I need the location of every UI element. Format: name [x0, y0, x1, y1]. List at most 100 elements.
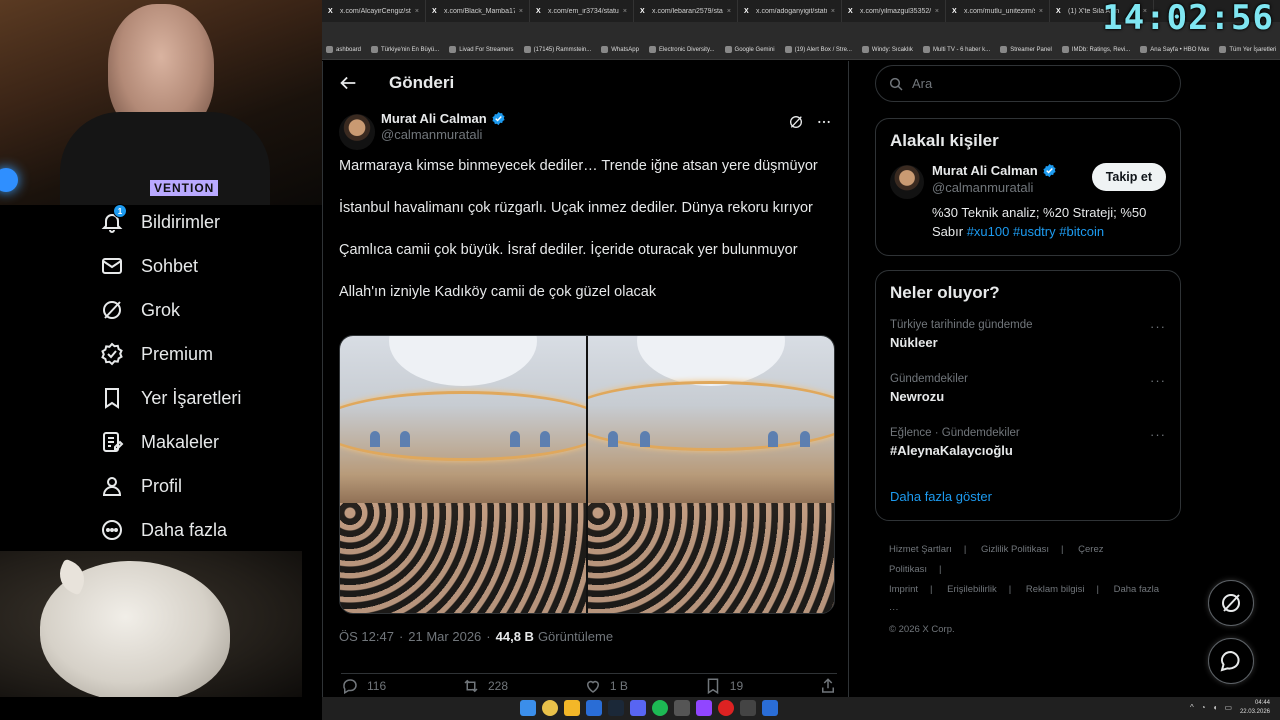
window — [768, 431, 778, 447]
close-icon[interactable]: × — [727, 8, 731, 15]
bookmark-item[interactable]: IMDb: Ratings, Revi... — [1061, 46, 1130, 53]
reply-button[interactable]: 116 — [341, 676, 386, 695]
share-button[interactable] — [819, 676, 837, 695]
bookmark-item[interactable]: Electronic Diversity... — [648, 46, 715, 53]
windows-start-icon[interactable] — [520, 700, 536, 716]
post-media[interactable] — [339, 335, 835, 614]
hashtag-link[interactable]: #xu100 — [967, 224, 1010, 239]
show-more-link[interactable]: Daha fazla göster — [876, 475, 1180, 518]
browser-tab[interactable]: Xx.com/mutlu_unitezim/sta × — [946, 0, 1050, 22]
related-user-name[interactable]: Murat Ali Calman — [932, 163, 1038, 178]
grok-fab[interactable] — [1208, 580, 1254, 626]
post-time[interactable]: ÖS 12:47 — [339, 629, 394, 644]
nav-premium[interactable]: Premium — [90, 332, 320, 376]
repost-button[interactable]: 228 — [462, 676, 508, 695]
bookmark-item[interactable]: (17145) Rammstein... — [523, 46, 592, 53]
related-user[interactable]: Murat Ali Calman @calmanmuratali Takip e… — [876, 151, 1180, 199]
chrome-icon[interactable] — [542, 700, 558, 716]
browser-tab[interactable]: Xx.com/adoganyigit/status × — [738, 0, 842, 22]
app-icon[interactable] — [762, 700, 778, 716]
close-icon[interactable]: × — [935, 8, 939, 15]
footer-link[interactable]: Hizmet Şartları — [889, 544, 952, 555]
nav-articles[interactable]: Makaleler — [90, 420, 320, 464]
nav-profile[interactable]: Profil — [90, 464, 320, 508]
nav-bookmarks[interactable]: Yer İşaretleri — [90, 376, 320, 420]
browser-tab[interactable]: Xx.com/lebaran2579/status × — [634, 0, 738, 22]
bookmark-item[interactable]: Livad For Streamers — [449, 46, 514, 53]
browser-tab[interactable]: Xx.com/AlcayirCengiz/statu × — [322, 0, 426, 22]
search-icon — [889, 77, 903, 91]
footer-link[interactable]: Gizlilik Politikası — [981, 544, 1049, 555]
close-icon[interactable]: × — [623, 8, 627, 15]
wifi-icon[interactable]: ◔ — [1201, 703, 1206, 712]
app-icon[interactable] — [674, 700, 690, 716]
mosque-photo-left[interactable] — [340, 336, 586, 613]
favicon-icon — [523, 46, 531, 53]
bookmark-item[interactable]: Streamer Panel — [1000, 46, 1052, 53]
close-icon[interactable]: × — [519, 8, 523, 15]
browser-tab[interactable]: Xx.com/Black_Mamba1730 × — [426, 0, 530, 22]
bookmark-label: (17145) Rammstein... — [533, 46, 592, 53]
more-options-icon[interactable] — [816, 114, 832, 130]
nav-grok[interactable]: Grok — [90, 288, 320, 332]
mosque-photo-right[interactable] — [588, 336, 834, 613]
footer-link[interactable]: Imprint — [889, 584, 918, 595]
taskbar-clock[interactable]: 04:44 22.03.2026 — [1240, 699, 1270, 717]
footer-link[interactable]: Reklam bilgisi — [1026, 584, 1085, 595]
hashtag-link[interactable]: #usdtry — [1013, 224, 1056, 239]
bookmark-item[interactable]: Türkiye'nin En Büyü... — [371, 46, 439, 53]
bookmark-item[interactable]: Ana Sayfa • HBO Max — [1140, 46, 1209, 53]
trend-item[interactable]: Türkiye tarihinde gündemde Nükleer ··· — [876, 313, 1180, 367]
spotify-icon[interactable] — [652, 700, 668, 716]
more-options-icon[interactable]: ··· — [1150, 373, 1166, 388]
close-icon[interactable]: × — [1039, 8, 1043, 15]
related-user-handle[interactable]: @calmanmuratali — [932, 180, 1092, 195]
avatar[interactable] — [890, 165, 924, 199]
bookmark-label: Ana Sayfa • HBO Max — [1150, 46, 1210, 53]
search-box[interactable] — [875, 65, 1181, 102]
app-icon[interactable] — [586, 700, 602, 716]
bookmark-item[interactable]: ashboard — [326, 46, 361, 53]
bell-icon: 1 — [100, 204, 127, 234]
more-options-icon[interactable]: ··· — [1150, 427, 1166, 442]
steam-icon[interactable] — [608, 700, 624, 716]
all-bookmarks[interactable]: Tüm Yer İşaretleri — [1219, 46, 1276, 53]
trend-item[interactable]: Gündemdekiler Newrozu ··· — [876, 367, 1180, 421]
browser-tab[interactable]: Xx.com/yilmazgul35352/st × — [842, 0, 946, 22]
close-icon[interactable]: × — [415, 8, 419, 15]
trend-item[interactable]: Eğlence · Gündemdekiler #AleynaKalaycıoğ… — [876, 421, 1180, 475]
back-arrow-icon[interactable] — [337, 72, 359, 94]
stream-app-icon[interactable] — [696, 700, 712, 716]
nav-notifications[interactable]: 1 Bildirimler — [90, 200, 320, 244]
bookmark-item[interactable]: Google Gemini — [724, 46, 775, 53]
footer-link[interactable]: Erişilebilirlik — [947, 584, 997, 595]
search-input[interactable] — [912, 76, 1152, 91]
author-handle[interactable]: @calmanmuratali — [381, 127, 506, 142]
bookmark-item[interactable]: (19) Alert Box / Stre... — [784, 46, 852, 53]
hashtag-link[interactable]: #bitcoin — [1059, 224, 1104, 239]
discord-icon[interactable] — [630, 700, 646, 716]
grok-icon[interactable] — [788, 114, 804, 130]
bookmark-item[interactable]: Multi TV - 6 haber k... — [922, 46, 990, 53]
app-icon[interactable] — [718, 700, 734, 716]
like-button[interactable]: 1 B — [584, 676, 628, 695]
nav-chat[interactable]: Sohbet — [90, 244, 320, 288]
author-name[interactable]: Murat Ali Calman — [381, 111, 487, 126]
battery-icon[interactable]: ▭ — [1224, 703, 1232, 712]
messages-fab[interactable] — [1208, 638, 1254, 684]
app-icon[interactable] — [740, 700, 756, 716]
avatar[interactable] — [339, 114, 375, 150]
more-options-icon[interactable]: ··· — [1150, 319, 1166, 334]
bookmark-button[interactable]: 19 — [704, 676, 743, 695]
follow-button[interactable]: Takip et — [1091, 163, 1166, 191]
browser-tab[interactable]: Xx.com/em_ir3734/status/ × — [530, 0, 634, 22]
bookmark-item[interactable]: Windy: Sıcaklık — [861, 46, 913, 53]
nav-more[interactable]: Daha fazla — [90, 508, 320, 552]
post-date[interactable]: 21 Mar 2026 — [408, 629, 481, 644]
bookmark-item[interactable]: WhatsApp — [601, 46, 639, 53]
view-count: 44,8 B — [495, 629, 534, 644]
close-icon[interactable]: × — [831, 8, 835, 15]
chevron-up-icon[interactable]: ^ — [1190, 703, 1194, 712]
folder-icon[interactable] — [564, 700, 580, 716]
volume-icon[interactable]: ◖ — [1213, 703, 1218, 712]
